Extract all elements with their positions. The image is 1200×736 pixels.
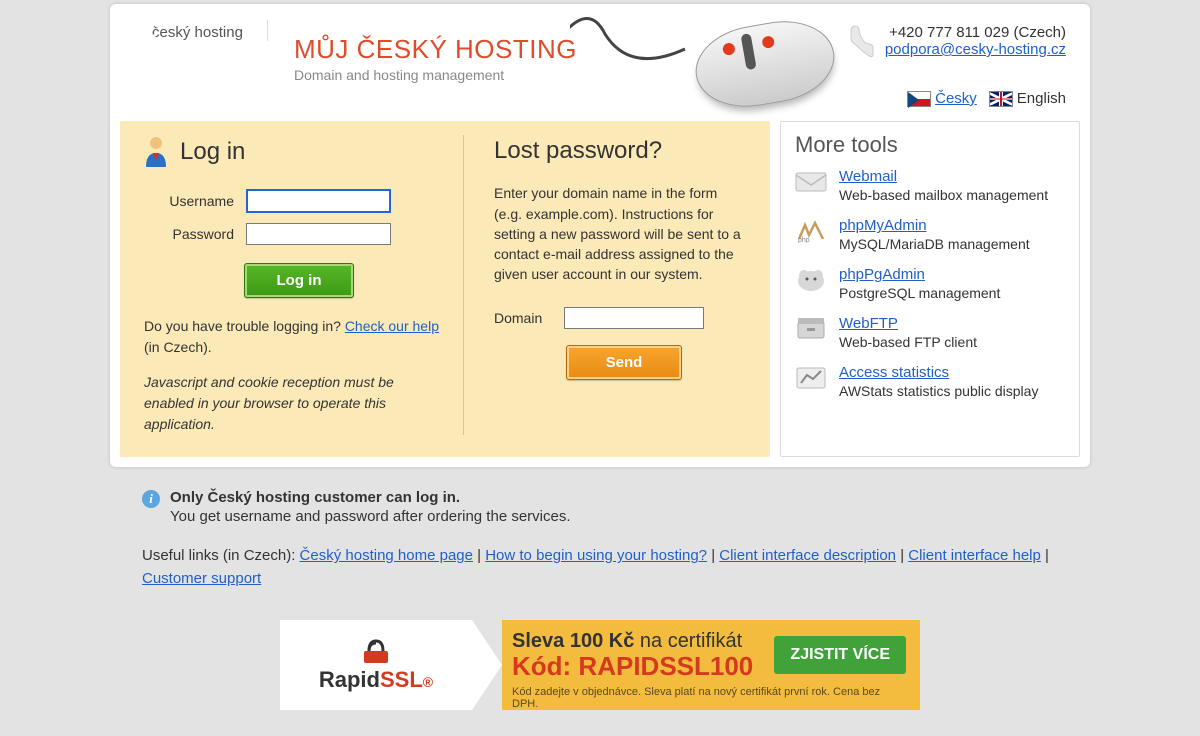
tool-link[interactable]: Access statistics bbox=[839, 364, 949, 381]
password-input[interactable] bbox=[246, 223, 391, 245]
info-heading: Only Český hosting customer can log in. bbox=[170, 489, 571, 506]
tool-desc: AWStats statistics public display bbox=[839, 383, 1038, 399]
link-customer-support[interactable]: Customer support bbox=[142, 570, 261, 587]
banner-cta-button[interactable]: ZJISTIT VÍCE bbox=[774, 636, 906, 674]
phone-icon bbox=[849, 24, 875, 64]
help-link[interactable]: Check our help bbox=[345, 318, 439, 334]
logo-text: český hosting bbox=[152, 24, 243, 41]
tool-link[interactable]: phpPgAdmin bbox=[839, 266, 925, 283]
page-title-block: MŮJ ČESKÝ HOSTING Domain and hosting man… bbox=[268, 20, 577, 83]
banner-content: Sleva 100 Kč na certifikát Kód: RAPIDSSL… bbox=[502, 620, 920, 710]
more-tools-panel: More tools Webmail Web-based mailbox man… bbox=[780, 121, 1080, 457]
tool-link[interactable]: Webmail bbox=[839, 168, 897, 185]
page-title: MŮJ ČESKÝ HOSTING bbox=[294, 34, 577, 65]
envelope-icon bbox=[795, 168, 827, 196]
auth-panel: Log in Username Password Log in Do you h… bbox=[120, 121, 770, 457]
chart-icon bbox=[795, 364, 827, 392]
lost-password-section: Lost password? Enter your domain name in… bbox=[464, 135, 756, 435]
uk-flag-icon bbox=[989, 91, 1013, 107]
elephant-icon bbox=[795, 266, 827, 294]
lock-icon bbox=[359, 637, 393, 665]
tool-access-statistics: Access statistics AWStats statistics pub… bbox=[795, 364, 1065, 399]
lost-password-description: Enter your domain name in the form (e.g.… bbox=[494, 183, 746, 284]
phpmyadmin-icon: php bbox=[795, 217, 827, 245]
link-interface-help[interactable]: Client interface help bbox=[908, 547, 1041, 564]
mouse-illustration bbox=[590, 4, 850, 114]
info-subtext: You get username and password after orde… bbox=[170, 508, 571, 525]
domain-input[interactable] bbox=[564, 307, 704, 329]
contact-block: +420 777 811 029 (Czech) podpora@cesky-h… bbox=[849, 20, 1074, 107]
login-section: Log in Username Password Log in Do you h… bbox=[134, 135, 464, 435]
link-homepage[interactable]: Český hosting home page bbox=[300, 547, 473, 564]
send-button[interactable]: Send bbox=[566, 345, 682, 380]
link-howto[interactable]: How to begin using your hosting? bbox=[485, 547, 707, 564]
svg-text:php: php bbox=[798, 237, 810, 243]
support-email-link[interactable]: podpora@cesky-hosting.cz bbox=[885, 41, 1066, 58]
header: český hosting MŮJ ČESKÝ HOSTING Domain a… bbox=[120, 12, 1080, 117]
link-interface-desc[interactable]: Client interface description bbox=[719, 547, 896, 564]
lost-password-title: Lost password? bbox=[494, 137, 746, 165]
drawer-icon bbox=[795, 315, 827, 343]
username-input[interactable] bbox=[246, 189, 391, 213]
czech-flag-icon bbox=[907, 91, 931, 107]
tool-webftp: WebFTP Web-based FTP client bbox=[795, 315, 1065, 350]
username-label: Username bbox=[144, 193, 234, 209]
banner-brand: RapidSSL® bbox=[280, 620, 472, 710]
lang-english: English bbox=[989, 90, 1066, 107]
page-subtitle: Domain and hosting management bbox=[294, 67, 577, 83]
tool-link[interactable]: phpMyAdmin bbox=[839, 217, 927, 234]
domain-label: Domain bbox=[494, 310, 542, 326]
phone-number: +420 777 811 029 (Czech) bbox=[885, 24, 1066, 41]
login-help-text: Do you have trouble logging in? Check ou… bbox=[144, 316, 443, 358]
banner-fineprint: Kód zadejte v objednávce. Sleva platí na… bbox=[512, 686, 906, 710]
useful-links: Useful links (in Czech): Český hosting h… bbox=[142, 545, 1058, 590]
banner-brand-text: RapidSSL® bbox=[319, 667, 433, 693]
footer: Only Český hosting customer can log in. … bbox=[110, 489, 1090, 590]
tool-link[interactable]: WebFTP bbox=[839, 315, 898, 332]
lang-czech[interactable]: Česky bbox=[907, 90, 977, 107]
password-label: Password bbox=[144, 226, 234, 242]
tool-desc: MySQL/MariaDB management bbox=[839, 236, 1030, 252]
banner-arrow bbox=[472, 620, 502, 710]
login-button[interactable]: Log in bbox=[244, 263, 354, 298]
tool-desc: Web-based mailbox management bbox=[839, 187, 1048, 203]
js-cookie-note: Javascript and cookie reception must be … bbox=[144, 372, 443, 435]
info-icon bbox=[142, 490, 160, 508]
more-tools-title: More tools bbox=[795, 132, 1065, 158]
tool-desc: PostgreSQL management bbox=[839, 285, 1000, 301]
tool-phppgadmin: phpPgAdmin PostgreSQL management bbox=[795, 266, 1065, 301]
logo[interactable]: český hosting bbox=[138, 20, 268, 41]
promo-banner[interactable]: RapidSSL® Sleva 100 Kč na certifikát Kód… bbox=[280, 620, 920, 710]
tool-phpmyadmin: php phpMyAdmin MySQL/MariaDB management bbox=[795, 217, 1065, 252]
login-title: Log in bbox=[180, 138, 245, 166]
user-icon bbox=[144, 137, 168, 167]
tool-desc: Web-based FTP client bbox=[839, 334, 977, 350]
tool-webmail: Webmail Web-based mailbox management bbox=[795, 168, 1065, 203]
